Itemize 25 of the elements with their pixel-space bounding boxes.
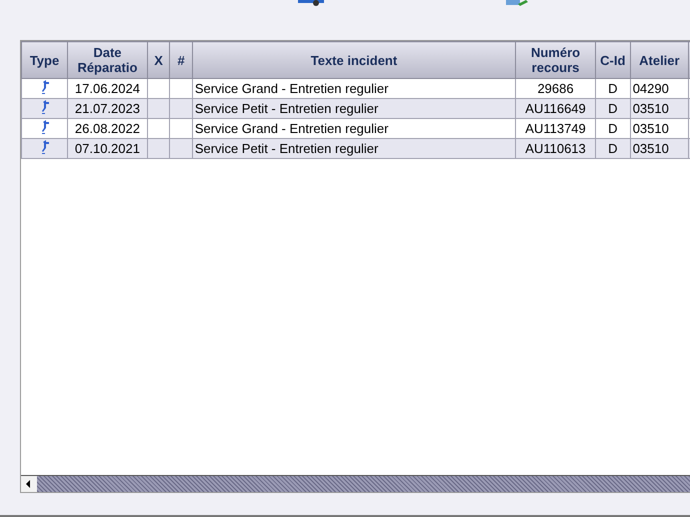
column-header[interactable]: Type bbox=[22, 42, 68, 78]
table-cell: D bbox=[595, 98, 630, 118]
column-header[interactable]: C-Id bbox=[595, 42, 630, 78]
table-cell: AU116649 bbox=[516, 98, 596, 118]
wrench-icon bbox=[40, 80, 49, 94]
table-cell: D bbox=[595, 138, 630, 158]
column-header[interactable]: # bbox=[170, 42, 192, 78]
horizontal-scrollbar[interactable] bbox=[21, 475, 690, 492]
column-header[interactable]: X bbox=[147, 42, 170, 78]
table-cell: Service Petit - Entretien regulier bbox=[192, 98, 516, 118]
column-header[interactable]: Numéro recours bbox=[516, 42, 596, 78]
table-cell: AU110613 bbox=[516, 138, 596, 158]
table-cell: Service Petit - Entretien regulier bbox=[192, 138, 516, 158]
table-cell: 07.10.2021 bbox=[68, 138, 148, 158]
document-icon[interactable] bbox=[506, 0, 528, 6]
column-header[interactable]: Texte incident bbox=[192, 42, 516, 78]
wrench-icon bbox=[40, 140, 49, 154]
table-cell: 03510 bbox=[630, 138, 689, 158]
wrench-icon bbox=[40, 120, 49, 134]
column-header[interactable]: Date Réparatio bbox=[68, 42, 148, 78]
wrench-icon bbox=[40, 100, 49, 114]
table-cell: 21.07.2023 bbox=[68, 98, 148, 118]
table-cell: 03510 bbox=[630, 98, 689, 118]
column-header[interactable]: Atelier bbox=[630, 42, 689, 78]
scroll-left-icon[interactable] bbox=[21, 476, 37, 492]
